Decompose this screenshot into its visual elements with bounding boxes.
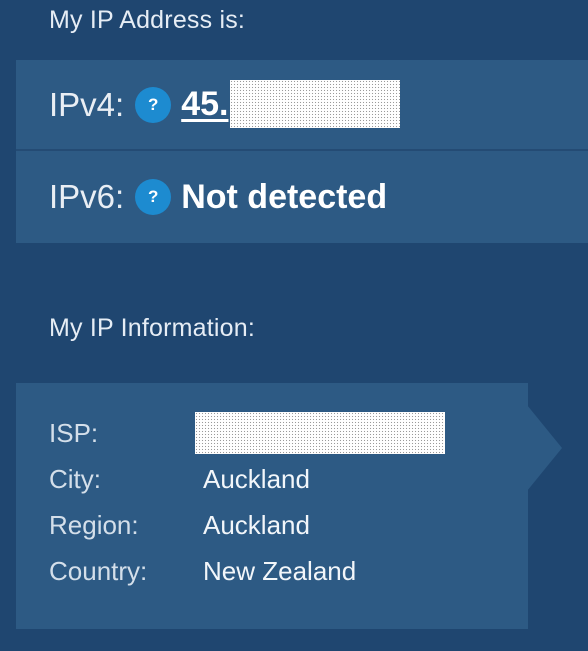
- ip-address-heading: My IP Address is:: [49, 6, 246, 34]
- region-row: Region: Auckland: [49, 510, 310, 541]
- region-value: Auckland: [203, 510, 310, 540]
- country-label: Country:: [49, 556, 148, 586]
- city-value: Auckland: [203, 464, 310, 494]
- question-mark-icon[interactable]: ?: [135, 179, 172, 215]
- city-row: City: Auckland: [49, 464, 310, 495]
- question-mark-icon[interactable]: ?: [135, 86, 172, 123]
- ipv6-label: IPv6:: [49, 178, 125, 215]
- city-label: City:: [49, 464, 101, 494]
- region-label: Region:: [49, 510, 139, 540]
- country-value: New Zealand: [203, 556, 357, 586]
- isp-row: ISP:: [49, 418, 203, 449]
- ipv6-status: Not detected: [181, 177, 388, 216]
- ipv6-panel: IPv6: ? Not detected: [16, 151, 588, 243]
- country-row: Country: New Zealand: [49, 556, 356, 587]
- ip-information-heading: My IP Information:: [49, 314, 255, 342]
- ipv4-redacted-block: [230, 80, 400, 128]
- ipv4-label: IPv4:: [49, 85, 125, 123]
- ipv4-address-link[interactable]: 45.: [181, 85, 228, 124]
- isp-redacted-block: [195, 412, 445, 454]
- info-panel-arrow: [527, 405, 562, 491]
- isp-label: ISP:: [49, 418, 99, 448]
